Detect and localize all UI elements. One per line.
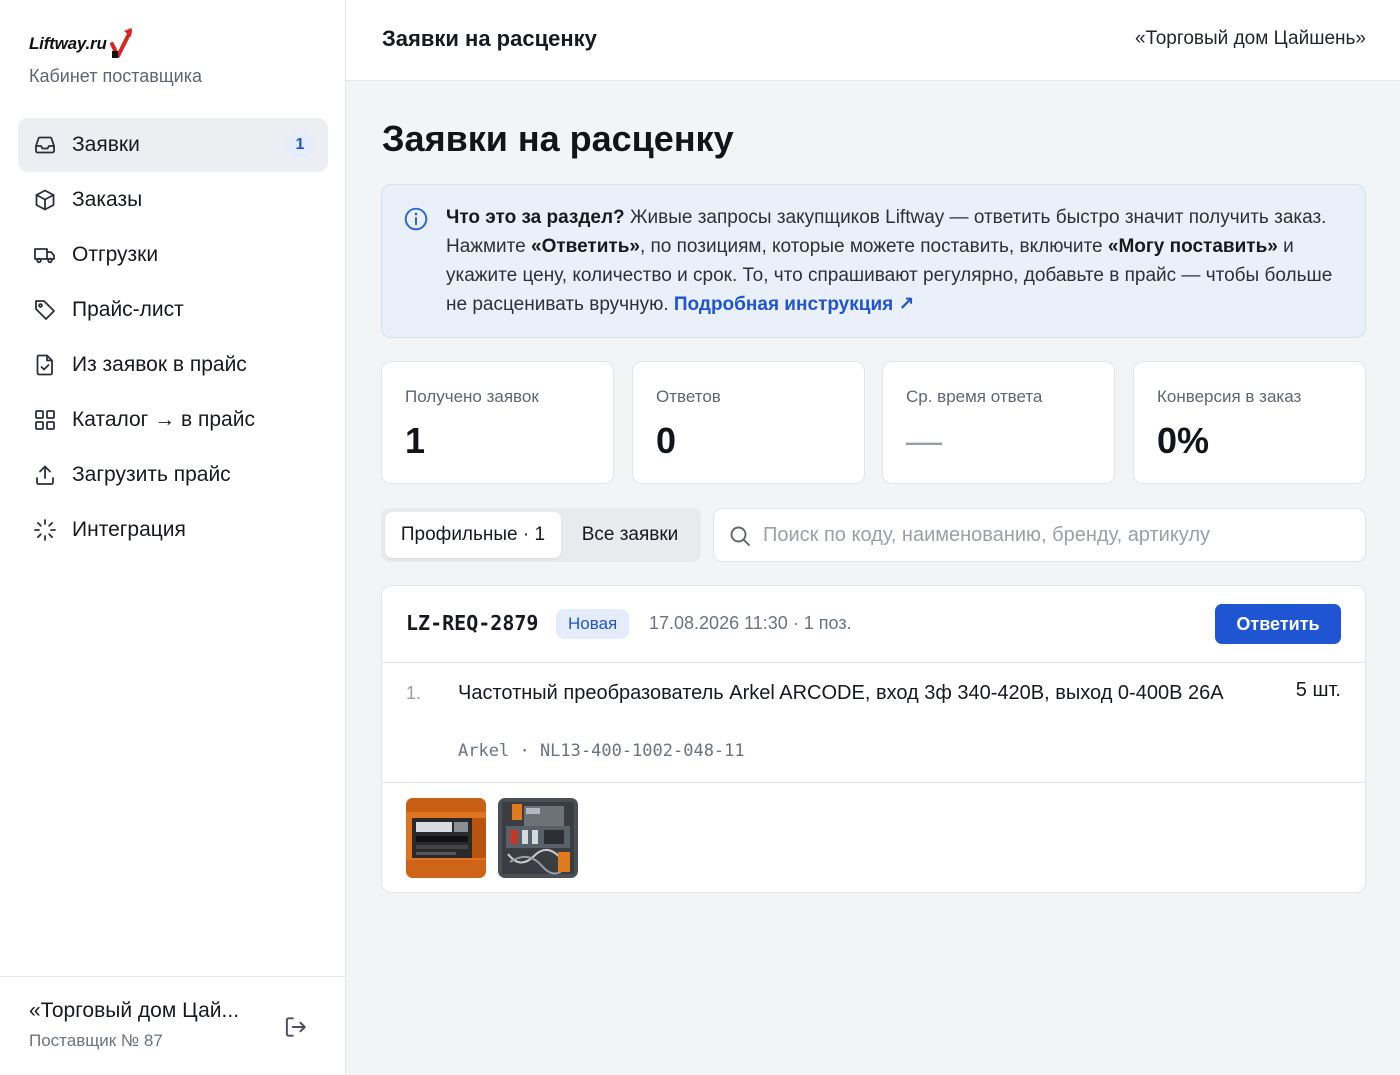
external-link-icon: ↗ [898, 294, 915, 315]
item-name: Частотный преобразователь Arkel ARCODE, … [458, 682, 1224, 704]
sidebar-item-requests-to-price[interactable]: Из заявок в прайс [18, 338, 328, 392]
stat-value: 0 [656, 420, 677, 461]
request-item: 1. Частотный преобразователь Arkel ARCOD… [382, 663, 1365, 783]
photo-gallery [406, 798, 578, 878]
sidebar-item-requests[interactable]: Заявки 1 [18, 118, 328, 172]
logo-text: Liftway.ru [29, 34, 107, 53]
stat-value: 1 [405, 420, 426, 461]
logout-icon[interactable] [282, 1014, 308, 1040]
sidebar-item-shipments[interactable]: Отгрузки [18, 228, 328, 282]
request-card: LZ-REQ-2879 Новая 17.08.2026 11:30 · 1 п… [381, 585, 1366, 893]
stat-value: — [906, 420, 942, 461]
stat-card-responses: Ответов 0 [632, 361, 865, 484]
topbar: Заявки на расценку «Торговый дом Цайшень… [346, 0, 1400, 81]
sidebar-item-label: Отгрузки [72, 243, 159, 266]
sidebar-item-pricelist[interactable]: Прайс-лист [18, 283, 328, 337]
item-number: 1. [406, 683, 422, 703]
account-company-name: «Торговый дом Цай... [29, 999, 240, 1022]
photo-cabinet-wiring [498, 798, 578, 878]
reply-button[interactable]: Ответить [1215, 604, 1341, 644]
search-icon [728, 524, 752, 548]
request-header: LZ-REQ-2879 Новая 17.08.2026 11:30 · 1 п… [382, 586, 1365, 663]
logo[interactable]: Liftway.ru [29, 24, 202, 60]
sidebar-item-catalog-to-price[interactable]: Каталог → в прайс [18, 393, 328, 447]
account-panel: «Торговый дом Цай... Поставщик № 87 [0, 976, 345, 1075]
stat-label: Ответов [656, 387, 721, 406]
sidebar-item-label: Интеграция [72, 518, 186, 541]
status-badge: Новая [556, 609, 630, 639]
search-input[interactable] [763, 509, 1353, 561]
upload-icon [32, 462, 58, 488]
brand: Liftway.ru Кабинет поставщика [29, 24, 202, 87]
tab-all-requests[interactable]: Все заявки [563, 512, 697, 558]
sidebar-item-label: Каталог → в прайс [72, 408, 255, 431]
sidebar-item-label: Из заявок в прайс [72, 353, 247, 376]
box-icon [32, 187, 58, 213]
sidebar-item-integration[interactable]: Интеграция [18, 503, 328, 557]
stat-card-avg-response-time: Ср. время ответа — [882, 361, 1115, 484]
stat-value: 0% [1157, 420, 1210, 461]
instructions-link-label: Подробная инструкция [673, 294, 894, 315]
grid-icon [32, 407, 58, 433]
stat-label: Ср. время ответа [906, 387, 1043, 406]
sidebar-item-label: Заказы [72, 188, 143, 211]
request-filter-tabs: Профильные · 1 Все заявки [381, 508, 701, 562]
account-supplier-id: Поставщик № 87 [29, 1031, 163, 1050]
request-meta: 17.08.2026 11:30 · 1 поз. [649, 613, 852, 633]
photo-thumbnail[interactable] [406, 798, 486, 878]
file-check-icon [32, 352, 58, 378]
search-box [713, 508, 1366, 562]
info-question: Что это за раздел? [446, 207, 625, 228]
info-text-part: , по позициям, которые можете поставить,… [639, 236, 1108, 257]
photo-drive-orange [406, 798, 486, 878]
stat-card-received: Получено заявок 1 [381, 361, 614, 484]
brand-subtitle: Кабинет поставщика [29, 66, 202, 86]
logo-arrow-icon [109, 28, 132, 58]
loader-icon [32, 517, 58, 543]
page-title: Заявки на расценку [382, 118, 734, 159]
sidebar: Liftway.ru Кабинет поставщика Заявки 1 З… [0, 0, 346, 1075]
info-bold-reply: «Ответить» [531, 236, 640, 257]
item-quantity: 5 шт. [1295, 679, 1341, 701]
item-article: NL13-400-1002-048-11 [539, 741, 745, 761]
tab-profile[interactable]: Профильные · 1 [385, 512, 561, 558]
count-badge: 1 [286, 132, 314, 158]
info-banner: Что это за раздел? Живые запросы закупщи… [381, 184, 1366, 338]
sidebar-item-orders[interactable]: Заказы [18, 173, 328, 227]
instructions-link[interactable]: Подробная инструкция ↗ [674, 294, 915, 315]
topbar-company[interactable]: «Торговый дом Цайшень» [1135, 28, 1366, 50]
sidebar-item-upload-price[interactable]: Загрузить прайс [18, 448, 328, 502]
tag-icon [32, 297, 58, 323]
info-bold-can-supply: «Могу поставить» [1107, 236, 1278, 257]
item-separator: · [519, 741, 530, 761]
topbar-title: Заявки на расценку [382, 26, 597, 51]
photo-thumbnail[interactable] [498, 798, 578, 878]
inbox-icon [32, 132, 58, 158]
stat-card-conversion: Конверсия в заказ 0% [1133, 361, 1366, 484]
info-icon [403, 206, 429, 232]
sidebar-item-label: Загрузить прайс [72, 463, 231, 486]
truck-icon [32, 242, 58, 268]
item-brand: Arkel [458, 741, 510, 761]
request-id[interactable]: LZ-REQ-2879 [406, 611, 538, 635]
sidebar-nav: Заявки 1 Заказы Отгрузки Прайс-лист Из з… [18, 118, 328, 558]
stat-label: Получено заявок [405, 387, 539, 406]
sidebar-item-label: Заявки [72, 133, 140, 156]
sidebar-item-label: Прайс-лист [72, 298, 184, 321]
item-codes: Arkel · NL13-400-1002-048-11 [458, 741, 745, 761]
info-text: Что это за раздел? Живые запросы закупщи… [446, 203, 1336, 319]
stat-label: Конверсия в заказ [1157, 387, 1302, 406]
